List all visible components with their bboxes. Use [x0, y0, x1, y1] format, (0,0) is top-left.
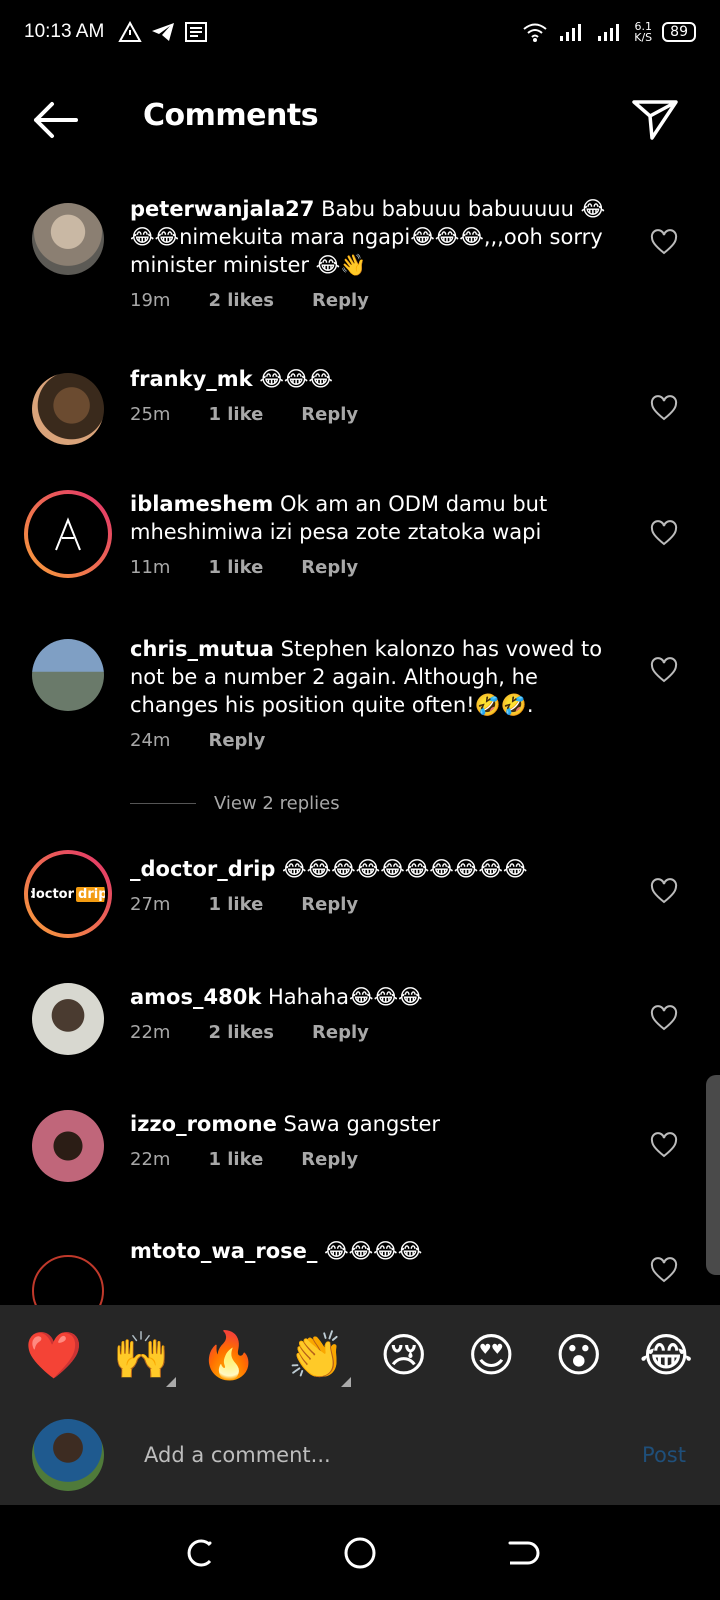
reaction-wow[interactable]: 😮: [544, 1328, 614, 1382]
comment-likes[interactable]: 2 likes: [208, 1019, 274, 1047]
reply-button[interactable]: Reply: [301, 554, 358, 582]
comment-username[interactable]: _doctor_drip: [130, 857, 275, 881]
avatar[interactable]: [32, 639, 104, 711]
comment-likes[interactable]: 1 like: [208, 401, 263, 429]
comment-time: 22m: [130, 1022, 171, 1043]
telegram-icon: [152, 23, 175, 41]
reaction-fire[interactable]: 🔥: [194, 1328, 264, 1383]
heart-icon[interactable]: [650, 1132, 678, 1160]
avatar[interactable]: [32, 983, 104, 1055]
reply-button[interactable]: Reply: [301, 401, 358, 429]
reaction-clap[interactable]: 👏: [281, 1328, 352, 1387]
avatar[interactable]: [32, 1110, 104, 1182]
network-speed: 6.1 K/S: [634, 20, 653, 44]
comment-time: 27m: [130, 894, 171, 915]
recents-icon[interactable]: [180, 1533, 220, 1573]
comment-text: Sawa gangster: [283, 1112, 441, 1136]
comment-likes[interactable]: 1 like: [208, 891, 263, 919]
comment-likes[interactable]: 1 like: [208, 1146, 263, 1174]
comment-time: 11m: [130, 557, 171, 578]
comment-likes[interactable]: 2 likes: [208, 287, 274, 315]
comment-username[interactable]: peterwanjala27: [130, 197, 314, 221]
reaction-laugh[interactable]: 😂: [631, 1328, 701, 1382]
reply-button[interactable]: Reply: [312, 1019, 369, 1047]
reply-button[interactable]: Reply: [208, 727, 265, 755]
status-bar: 10:13 AM 6.1 K/S 89: [0, 0, 720, 64]
avatar-story[interactable]: doctor drip: [24, 850, 112, 938]
signal-icon-2: [598, 24, 620, 41]
reaction-heart[interactable]: ❤️: [19, 1328, 89, 1383]
comment-username[interactable]: mtoto_wa_rose_: [130, 1239, 317, 1263]
comment-time: 22m: [130, 1149, 171, 1170]
comment-text: 😂😂😂😂: [324, 1239, 423, 1263]
reply-button[interactable]: Reply: [312, 287, 369, 315]
system-nav-bar: [0, 1505, 720, 1600]
comment-text: 😂😂😂: [259, 367, 333, 391]
header: Comments: [0, 80, 720, 160]
news-icon: [185, 22, 208, 42]
page-title: Comments: [143, 98, 319, 133]
comment-username[interactable]: franky_mk: [130, 367, 253, 391]
reply-button[interactable]: Reply: [301, 891, 358, 919]
avatar[interactable]: [32, 1255, 104, 1305]
avatar: [32, 1419, 104, 1491]
logo-icon: [55, 517, 81, 551]
avatar[interactable]: [32, 203, 104, 275]
heart-icon[interactable]: [650, 878, 678, 906]
comment-username[interactable]: izzo_romone: [130, 1112, 277, 1136]
wifi-icon: [523, 23, 547, 42]
reaction-heart-eyes[interactable]: 😍: [456, 1328, 526, 1382]
status-time: 10:13 AM: [24, 21, 105, 42]
quick-reactions-bar: ❤️ 🙌 🔥 👏 😢 😍 😮 😂: [0, 1305, 720, 1405]
battery-indicator: 89: [662, 22, 696, 42]
comment-composer: Post: [0, 1405, 720, 1505]
comments-list[interactable]: peterwanjala27 Babu babuuu babuuuuu 😂😂😂n…: [0, 175, 720, 1305]
heart-icon[interactable]: [650, 520, 678, 548]
home-icon[interactable]: [340, 1533, 380, 1573]
paper-plane-icon[interactable]: [630, 94, 680, 144]
heart-icon[interactable]: [650, 395, 678, 423]
comment-text: Hahaha😂😂😂: [267, 985, 423, 1009]
comment-input[interactable]: [144, 1435, 604, 1475]
heart-icon[interactable]: [650, 1257, 678, 1285]
comment-time: 19m: [130, 290, 171, 311]
avatar[interactable]: [32, 373, 104, 445]
avatar-story[interactable]: [24, 490, 112, 578]
comment-username[interactable]: amos_480k: [130, 985, 261, 1009]
heart-icon[interactable]: [650, 657, 678, 685]
heart-icon[interactable]: [650, 229, 678, 257]
post-button[interactable]: Post: [642, 1443, 686, 1467]
back-arrow-icon[interactable]: [30, 98, 80, 142]
comment-username[interactable]: chris_mutua: [130, 637, 274, 661]
signal-icon: [560, 24, 582, 41]
heart-icon[interactable]: [650, 1005, 678, 1033]
comment-time: 24m: [130, 730, 171, 751]
reaction-raised-hands[interactable]: 🙌: [106, 1328, 177, 1387]
comment-username[interactable]: iblameshem: [130, 492, 273, 516]
view-replies-button[interactable]: View 2 replies: [130, 793, 340, 814]
comment-time: 25m: [130, 404, 171, 425]
reaction-cry[interactable]: 😢: [369, 1328, 439, 1382]
scroll-handle[interactable]: [706, 1075, 720, 1275]
back-icon[interactable]: [500, 1533, 540, 1573]
comment-text: 😂😂😂😂😂😂😂😂😂😂: [282, 857, 528, 881]
warning-triangle-icon: [118, 21, 142, 42]
comment-likes[interactable]: 1 like: [208, 554, 263, 582]
reply-button[interactable]: Reply: [301, 1146, 358, 1174]
